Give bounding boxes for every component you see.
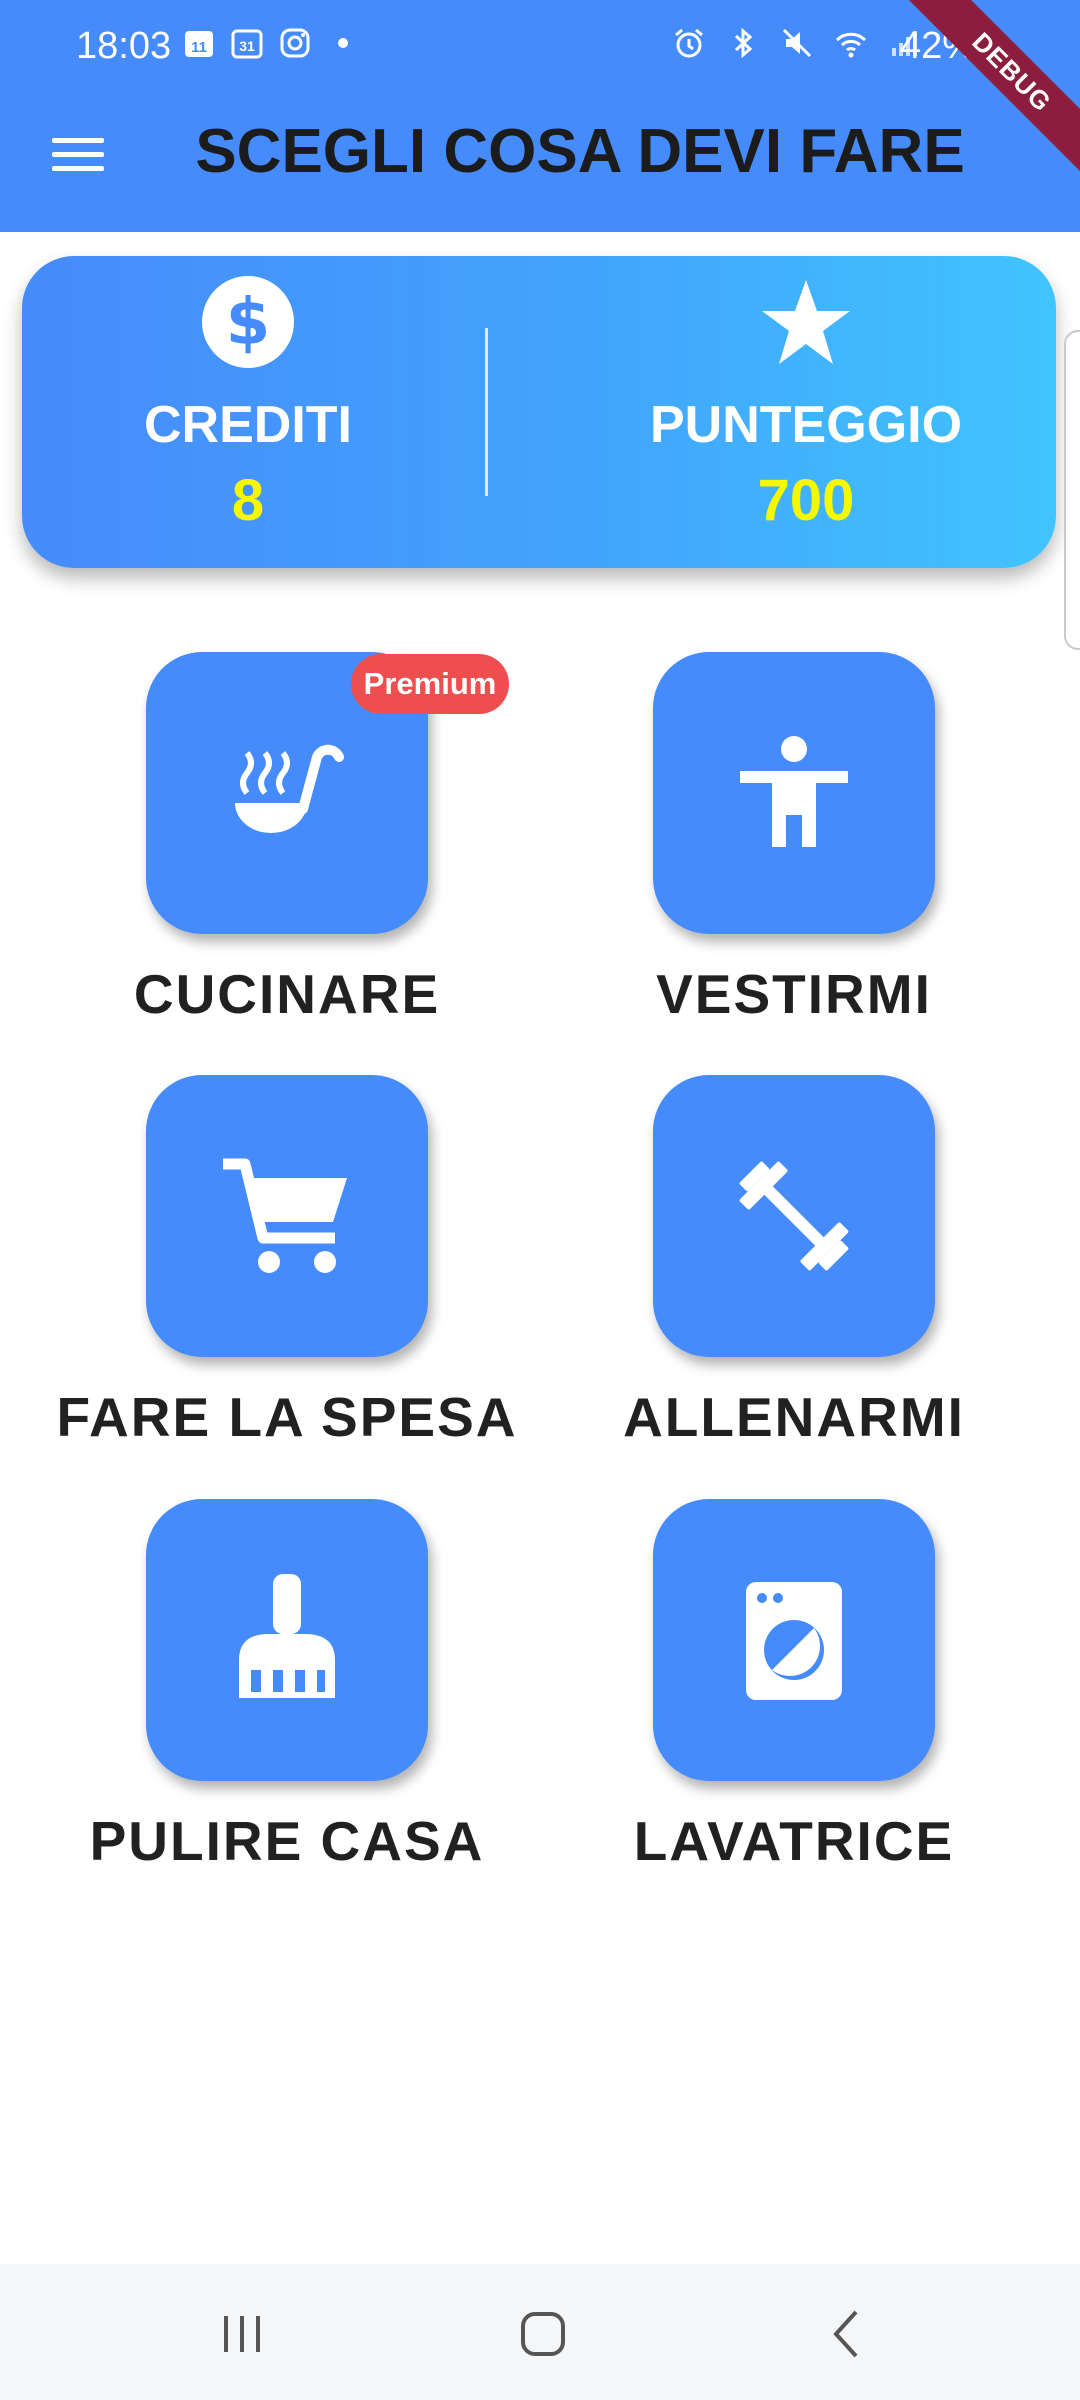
activity-tile-cucinare[interactable]: Premium CUCINARE [81,652,509,1052]
svg-text:11: 11 [191,39,207,56]
activity-tile-vestirmi[interactable]: VESTIRMI [588,652,1008,1052]
vestirmi-button[interactable] [653,652,935,934]
credits-value: 8 [231,468,265,533]
broom-icon [239,1574,335,1698]
app-bar: 18:03 11 31 42% DEBUG SCEGLI COSA DEVI F… [0,0,1080,232]
activity-tile-fare-la-spesa[interactable]: FARE LA SPESA [57,1075,515,1475]
wifi-icon [835,32,867,58]
recent-apps-icon[interactable] [202,2294,282,2374]
tile-label: VESTIRMI [656,963,932,1025]
svg-text:31: 31 [239,38,255,54]
back-icon[interactable] [808,2294,888,2374]
tile-label: ALLENARMI [623,1386,965,1448]
svg-text:$: $ [226,286,271,360]
status-time: 18:03 [76,25,172,67]
stats-card: $ CREDITI 8 PUNTEGGIO 700 [22,256,1056,568]
tile-label: CUCINARE [133,963,441,1025]
shopping-cart-icon [223,1158,347,1273]
bluetooth-icon [734,27,753,59]
alarm-icon [675,28,703,58]
dumbbell-icon [739,1161,849,1271]
activity-tile-allenarmi[interactable]: ALLENARMI [588,1075,1008,1475]
credits-label: CREDITI [144,396,352,454]
person-dressing-icon [740,736,848,847]
tile-label: FARE LA SPESA [56,1386,518,1448]
activity-tile-lavatrice[interactable]: LAVATRICE [588,1499,1008,1899]
lavatrice-button[interactable] [653,1499,935,1781]
score-value: 700 [757,468,855,533]
allenarmi-button[interactable] [653,1075,935,1357]
system-navigation-bar [0,2264,1080,2400]
credits-stat: $ CREDITI 8 [48,256,448,568]
home-icon[interactable] [503,2294,583,2374]
score-stat: PUNTEGGIO 700 [606,256,1006,568]
ladle-soup-icon [235,744,344,833]
stats-divider [485,328,488,496]
dollar-coin-icon: $ [202,276,294,368]
calendar-icon: 11 [185,31,213,57]
star-icon [762,280,850,364]
notification-dot-icon [338,38,348,48]
side-panel-edge [1064,330,1080,650]
mute-icon [782,28,812,58]
page-title: SCEGLI COSA DEVI FARE [195,117,965,186]
premium-badge: Premium [351,654,509,714]
status-bar: 18:03 11 31 42% [0,0,1080,92]
instagram-icon [280,28,310,58]
fare-la-spesa-button[interactable] [146,1075,428,1357]
activity-tile-pulire-casa[interactable]: PULIRE CASA [81,1499,501,1899]
pulire-casa-button[interactable] [146,1499,428,1781]
calendar-date-icon: 31 [231,29,263,59]
tile-label: PULIRE CASA [89,1810,485,1872]
hamburger-menu-icon[interactable] [52,138,104,172]
score-label: PUNTEGGIO [649,396,963,454]
tile-label: LAVATRICE [633,1810,955,1872]
washing-machine-icon [746,1582,842,1700]
